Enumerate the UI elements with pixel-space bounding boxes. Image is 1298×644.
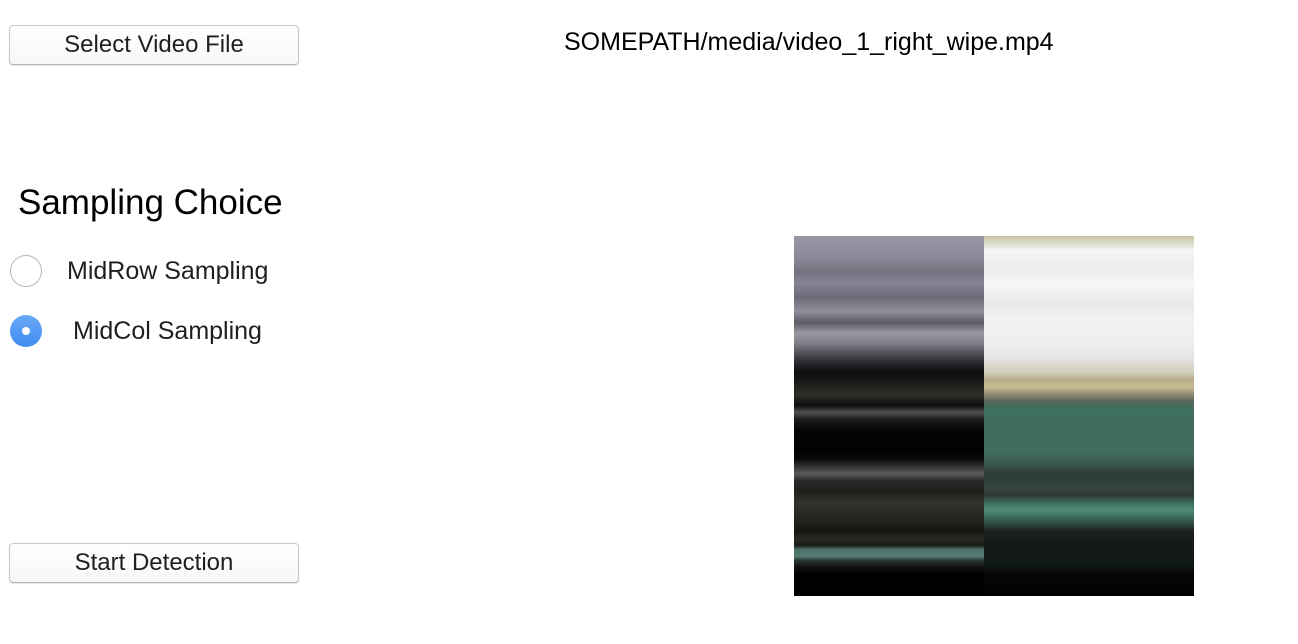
sampling-choice-heading: Sampling Choice <box>18 183 283 222</box>
start-detection-button[interactable]: Start Detection <box>9 543 299 583</box>
midrow-sampling-label: MidRow Sampling <box>67 256 269 285</box>
midcol-sampling-radio[interactable]: MidCol Sampling <box>10 315 262 347</box>
radio-checked-icon[interactable] <box>10 315 42 347</box>
midcol-sampling-label: MidCol Sampling <box>73 316 262 345</box>
preview-left-strip <box>794 236 984 596</box>
preview-right-strip <box>984 236 1194 596</box>
midrow-sampling-radio[interactable]: MidRow Sampling <box>10 255 268 287</box>
selected-file-path: SOMEPATH/media/video_1_right_wipe.mp4 <box>564 28 1054 56</box>
sti-image-preview <box>794 236 1194 596</box>
radio-unchecked-icon[interactable] <box>10 255 42 287</box>
select-video-file-button[interactable]: Select Video File <box>9 25 299 65</box>
